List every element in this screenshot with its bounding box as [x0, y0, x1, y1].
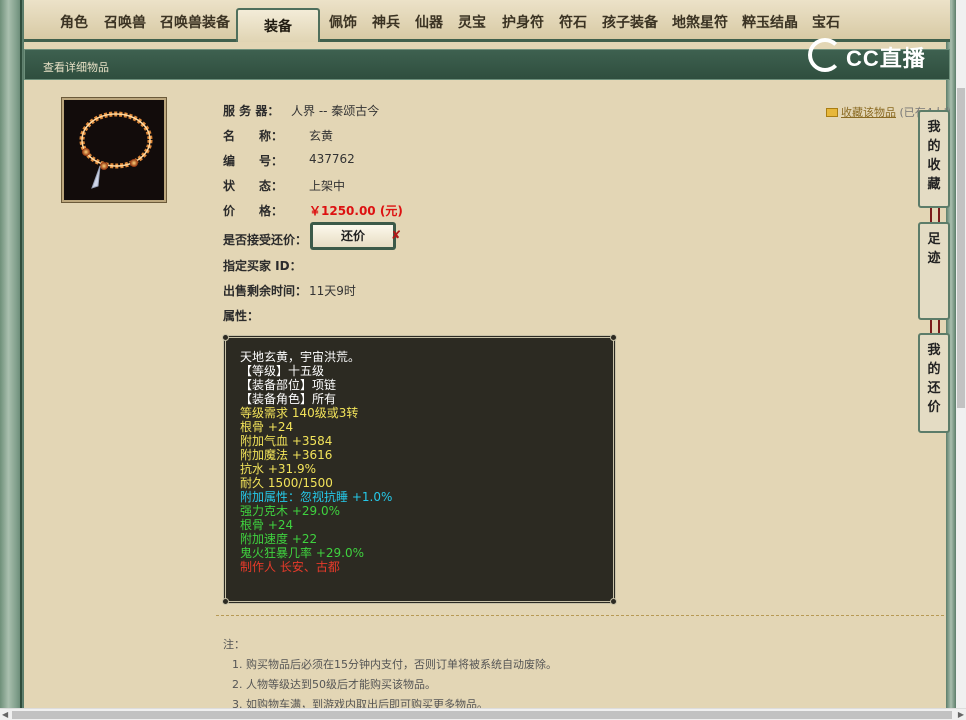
attribute-line: 鬼火狂暴几率 +29.0%	[240, 546, 364, 560]
logo-icon	[808, 38, 842, 72]
necklace-icon	[64, 100, 164, 200]
tab-child-equipment[interactable]: 孩子装备	[602, 12, 658, 36]
vertical-scrollbar[interactable]	[956, 0, 966, 708]
attribute-panel: 天地玄黄，宇宙洪荒。 【等级】十五级 【装备部位】项链 【装备角色】所有 等级需求 14…	[222, 334, 617, 605]
counter-offer-button[interactable]: 还价	[310, 222, 396, 250]
left-frame	[0, 0, 24, 720]
notes-section: 注： 1. 购买物品后必须在15分钟内支付，否则订单将被系统自动废除。 2. 人…	[223, 638, 557, 718]
attribute-line: 附加属性：忽视抗睡 +1.0%	[240, 490, 393, 504]
corner-ornament	[222, 334, 229, 341]
attribute-line: 附加魔法 +3616	[240, 448, 333, 462]
attribute-line: 附加速度 +22	[240, 532, 318, 546]
watermark-logo: CC直播	[806, 36, 938, 74]
tab-accessory[interactable]: 佩饰	[329, 12, 357, 36]
tab-summon[interactable]: 召唤兽	[104, 12, 146, 36]
scrollbar-thumb[interactable]	[12, 711, 952, 719]
item-image	[61, 97, 167, 203]
attribute-line: 【装备部位】项链	[240, 378, 337, 392]
close-icon[interactable]: ✘	[391, 228, 401, 242]
tab-spirit-treasure[interactable]: 灵宝	[458, 12, 486, 36]
tab-rune-stone[interactable]: 符石	[559, 12, 587, 36]
attribute-line: 抗水 +31.9%	[240, 462, 316, 476]
tab-gem[interactable]: 宝石	[812, 12, 840, 36]
notes-title: 注：	[223, 638, 245, 651]
attribute-lines: 天地玄黄，宇宙洪荒。 【等级】十五级 【装备部位】项链 【装备角色】所有 等级需求 14…	[240, 350, 599, 574]
scroll-right-icon[interactable]: ▶	[958, 709, 964, 720]
attribute-line: 附加气血 +3584	[240, 434, 333, 448]
note-item: 1. 购买物品后必须在15分钟内支付，否则订单将被系统自动废除。	[232, 658, 557, 671]
side-tab-connector	[930, 318, 940, 334]
corner-ornament	[222, 598, 229, 605]
attribute-line: 强力克木 +29.0%	[240, 504, 340, 518]
corner-ornament	[610, 598, 617, 605]
attribute-line: 根骨 +24	[240, 420, 294, 434]
tab-role[interactable]: 角色	[60, 12, 88, 36]
horizontal-scrollbar[interactable]: ◀ ▶	[0, 708, 966, 720]
attribute-line: 耐久 1500/1500	[240, 476, 333, 490]
side-tab-footprints[interactable]: 足迹	[918, 222, 950, 320]
attribute-line: 根骨 +24	[240, 518, 294, 532]
tab-fairy-artifact[interactable]: 仙器	[415, 12, 443, 36]
attribute-line: 天地玄黄，宇宙洪荒。	[240, 350, 361, 364]
attribute-line: 制作人 长安、古都	[240, 560, 340, 574]
tab-jade-crystal[interactable]: 粹玉结晶	[742, 12, 798, 36]
tab-star-rune[interactable]: 地煞星符	[672, 12, 728, 36]
side-tab-my-favorites[interactable]: 我的收藏	[918, 110, 950, 208]
scroll-left-icon[interactable]: ◀	[2, 709, 8, 720]
corner-ornament	[610, 334, 617, 341]
scrollbar-thumb[interactable]	[957, 88, 965, 408]
section-title: 查看详细物品	[43, 61, 109, 74]
tab-divine-weapon[interactable]: 神兵	[372, 12, 400, 36]
side-tab-my-counter-offers[interactable]: 我的还价	[918, 333, 950, 433]
divider	[216, 615, 944, 616]
attribute-line: 【装备角色】所有	[240, 392, 337, 406]
note-item: 2. 人物等级达到50级后才能购买该物品。	[232, 678, 436, 691]
tab-amulet[interactable]: 护身符	[502, 12, 544, 36]
folder-icon	[826, 108, 838, 117]
tab-equipment[interactable]: 装备	[236, 8, 320, 42]
attribute-line: 【等级】十五级	[240, 364, 325, 378]
tab-summon-equipment[interactable]: 召唤兽装备	[160, 12, 230, 36]
attribute-line: 等级需求 140级或3转	[240, 406, 359, 420]
